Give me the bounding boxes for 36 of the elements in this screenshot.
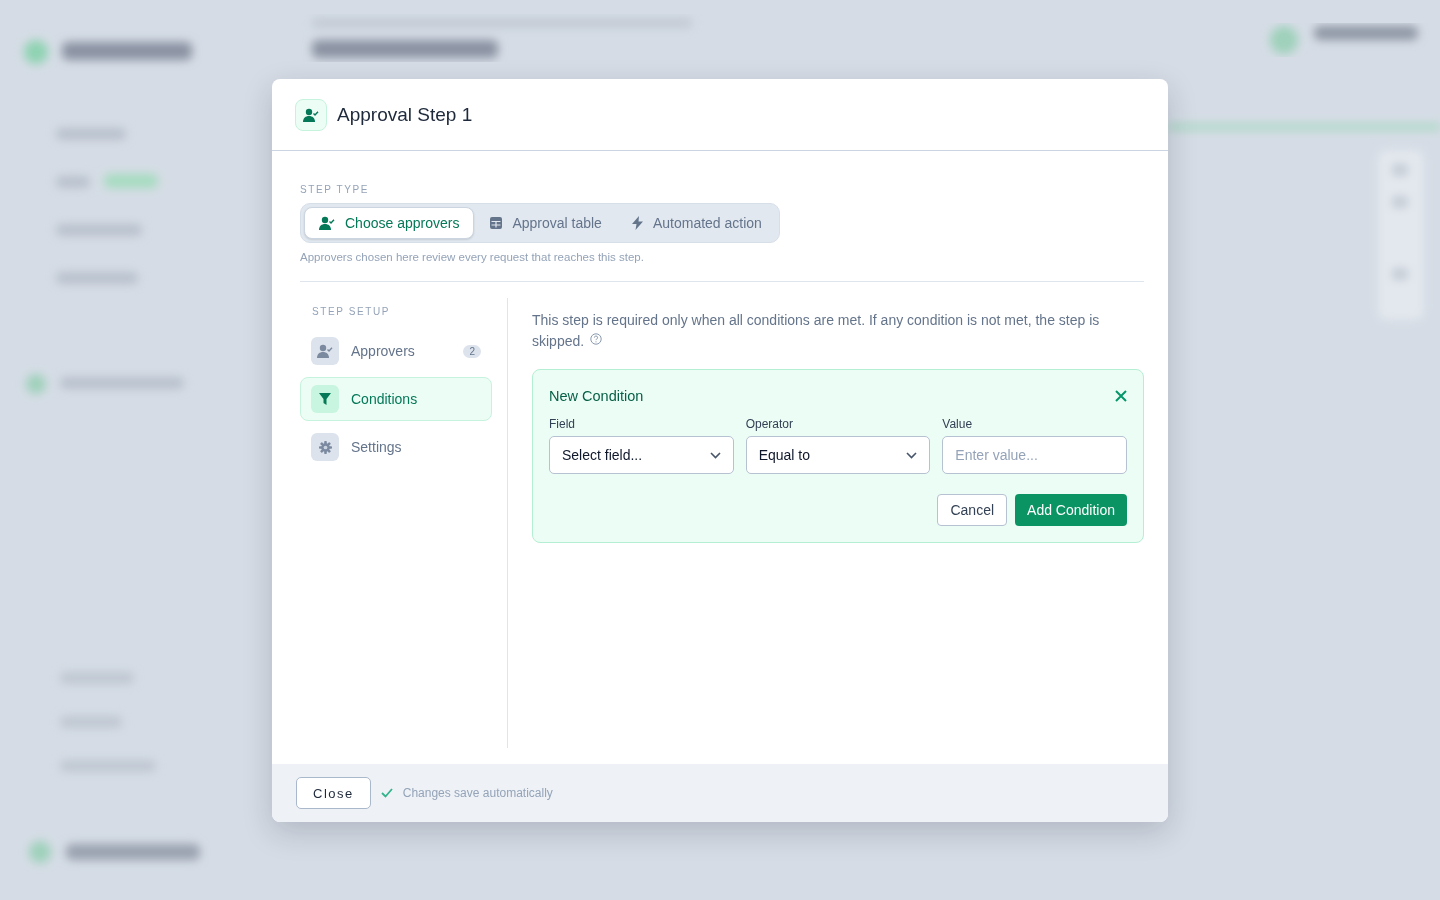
card-title: New Condition — [549, 388, 644, 404]
status-text: Changes save automatically — [402, 786, 553, 800]
step-type-tab[interactable]: Automated action — [617, 207, 776, 239]
funnel-icon — [319, 393, 331, 405]
setup-nav-item[interactable]: Approvers 2 — [300, 329, 492, 373]
dialog-title: Approval Step 1 — [337, 103, 473, 126]
chevron-down-icon — [906, 451, 918, 459]
person-check-icon — [319, 216, 335, 230]
check-icon — [380, 788, 393, 798]
section-label: STEP SETUP — [312, 306, 391, 317]
close-button[interactable]: Close — [296, 777, 371, 809]
field-label: Field — [549, 417, 575, 431]
step-type-tab[interactable]: Choose approvers — [304, 207, 475, 239]
close-button[interactable] — [1115, 390, 1127, 402]
person-check-icon — [317, 344, 333, 358]
table-icon — [490, 217, 503, 229]
field-label: Operator — [745, 417, 793, 431]
dropdown[interactable]: Equal to — [745, 436, 931, 474]
section-label: STEP TYPE — [300, 184, 370, 195]
add-condition-button[interactable]: Add Condition — [1015, 494, 1127, 526]
help-icon — [590, 333, 603, 345]
setup-nav-item[interactable]: Settings — [300, 425, 492, 469]
gear-icon — [318, 440, 332, 454]
setup-nav-item[interactable]: Conditions — [300, 377, 492, 421]
chevron-down-icon — [709, 451, 721, 459]
hint-text: Approvers chosen here review every request that reaches this step. — [300, 251, 644, 263]
lightning-icon — [631, 216, 643, 230]
description-text: This step is required only when all conditions are met. If any condition is not met, the step is skipped. — [532, 311, 1101, 351]
field-label: Value — [942, 417, 973, 431]
close-icon — [1115, 390, 1127, 402]
person-check-icon — [303, 107, 319, 122]
cancel-button[interactable]: Cancel — [937, 494, 1008, 526]
input-field[interactable]: Enter value... — [942, 436, 1127, 474]
step-type-tab[interactable]: Approval table — [476, 207, 616, 239]
dropdown[interactable]: Select field... — [549, 436, 734, 474]
count-badge: 2 — [463, 344, 481, 358]
